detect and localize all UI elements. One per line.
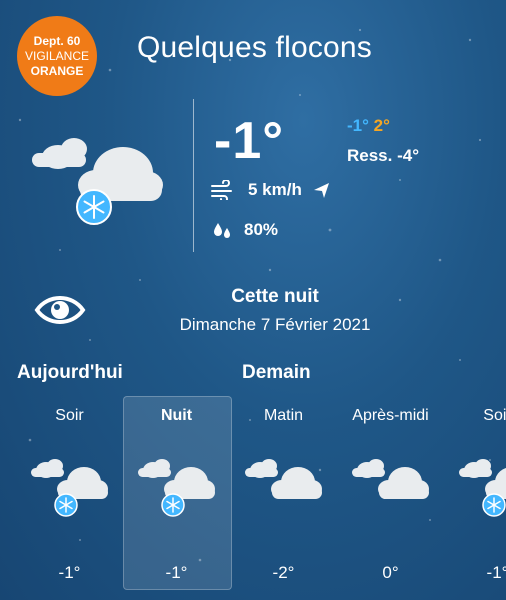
cloud-snow-icon — [30, 459, 108, 517]
slot-name: Matin — [263, 407, 304, 424]
period-date: Dimanche 7 Février 2021 — [179, 315, 371, 334]
humidity-value: 80% — [244, 220, 279, 239]
min-temperature: -1° — [347, 116, 369, 135]
current-temperature: -1° — [214, 112, 285, 170]
forecast-slot-soir-2-clip: Soir -1° — [444, 396, 506, 588]
wind-icon — [211, 180, 232, 200]
max-temperature: 2° — [373, 116, 390, 135]
wind-speed: 5 km/h — [248, 180, 302, 199]
vigilance-level: ORANGE — [30, 63, 84, 78]
slot-temperature: 0° — [382, 563, 399, 582]
cloud-snow-icon — [32, 138, 163, 225]
forecast-slot-soir-2[interactable]: Soir -1° — [444, 396, 506, 588]
vigilance-label: VIGILANCE — [24, 48, 90, 63]
slot-name: Soir — [55, 407, 84, 424]
slot-temperature: -2° — [272, 563, 295, 582]
feels-like: Ress. -4° — [347, 146, 420, 165]
forecast-slot-soir[interactable]: Soir -1° — [16, 396, 123, 588]
wind-row: 5 km/h — [210, 180, 330, 200]
min-max-temperature: -1° 2° — [347, 116, 390, 136]
slot-temperature: -1° — [165, 563, 188, 582]
forecast-slot-matin[interactable]: Matin -2° — [230, 396, 337, 588]
slot-name: Après-midi — [352, 407, 429, 424]
slot-temperature: -1° — [486, 563, 506, 582]
cloudy-icon — [351, 459, 429, 499]
humidity-icon — [214, 223, 230, 238]
today-label: Aujourd'hui — [17, 362, 123, 383]
forecast-slot-nuit[interactable]: Nuit -1° — [123, 396, 230, 588]
tomorrow-label: Demain — [242, 362, 311, 383]
vigilance-badge[interactable]: Dept. 60 VIGILANCE ORANGE — [17, 16, 97, 96]
forecast-slot-apres-midi[interactable]: Après-midi 0° — [337, 396, 444, 588]
slot-name: Soir — [483, 407, 506, 424]
slot-temperature: -1° — [58, 563, 81, 582]
slot-name: Nuit — [160, 407, 193, 424]
humidity-row: 80% — [212, 219, 278, 241]
cloudy-icon — [244, 459, 322, 499]
vertical-divider — [193, 99, 194, 252]
cloud-snow-icon — [458, 459, 506, 517]
vigilance-department: Dept. 60 — [33, 33, 81, 48]
wind-direction-icon — [313, 183, 329, 198]
condition-title: Quelques flocons — [137, 31, 373, 64]
period-title: Cette nuit — [231, 286, 319, 307]
cloud-snow-icon — [137, 459, 215, 517]
